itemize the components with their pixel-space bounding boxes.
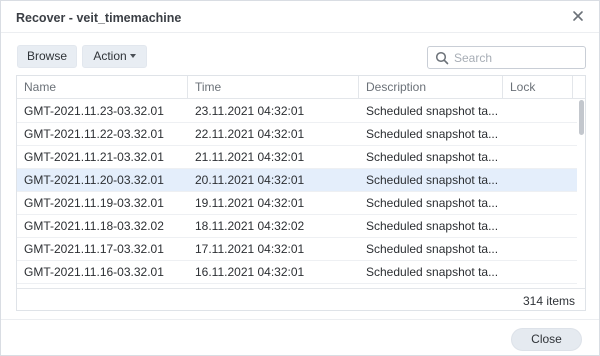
table-row[interactable]: GMT-2021.11.17-03.32.01 17.11.2021 04:32… [17, 238, 577, 261]
cell-name: GMT-2021.11.16-03.32.01 [24, 265, 164, 279]
cell-time: 20.11.2021 04:32:01 [195, 173, 305, 187]
column-header-lock[interactable]: Lock [503, 76, 573, 99]
chevron-down-icon [129, 53, 136, 58]
table-row[interactable]: GMT-2021.11.18-03.32.02 18.11.2021 04:32… [17, 215, 577, 238]
dialog-footer: Close [1, 319, 599, 356]
cell-description: Scheduled snapshot ta... [366, 242, 499, 256]
table-body: GMT-2021.11.23-03.32.01 23.11.2021 04:32… [17, 100, 585, 288]
cell-lock [503, 123, 573, 146]
cell-description: Scheduled snapshot ta... [366, 219, 499, 233]
cell-name: GMT-2021.11.23-03.32.01 [24, 104, 164, 118]
cell-description: Scheduled snapshot ta... [366, 127, 499, 141]
column-header-description[interactable]: Description [359, 76, 503, 99]
cell-lock [503, 100, 573, 123]
cell-time: 17.11.2021 04:32:01 [195, 242, 305, 256]
cell-time: 19.11.2021 04:32:01 [195, 196, 305, 210]
cell-lock [503, 192, 573, 215]
dialog-title: Recover - veit_timemachine [16, 11, 182, 25]
cell-lock [503, 261, 573, 284]
search-icon [435, 51, 449, 65]
item-count: 314 items [522, 294, 575, 308]
cell-description: Scheduled snapshot ta... [366, 265, 499, 279]
cell-time: 23.11.2021 04:32:01 [195, 104, 305, 118]
search-box[interactable] [427, 46, 586, 69]
cell-name: GMT-2021.11.21-03.32.01 [24, 150, 164, 164]
recover-dialog: Recover - veit_timemachine Browse Action… [0, 0, 600, 356]
cell-time: 18.11.2021 04:32:02 [195, 219, 305, 233]
table-row[interactable]: GMT-2021.11.23-03.32.01 23.11.2021 04:32… [17, 100, 577, 123]
table-row[interactable]: GMT-2021.11.16-03.32.01 16.11.2021 04:32… [17, 261, 577, 284]
table-row[interactable]: GMT-2021.11.20-03.32.01 20.11.2021 04:32… [17, 169, 577, 192]
scrollbar-thumb[interactable] [579, 100, 584, 135]
table-status-bar: 314 items [17, 288, 585, 310]
cell-name: GMT-2021.11.17-03.32.01 [24, 242, 164, 256]
cell-time: 21.11.2021 04:32:01 [195, 150, 305, 164]
cell-description: Scheduled snapshot ta... [366, 173, 499, 187]
cell-name: GMT-2021.11.18-03.32.02 [24, 219, 164, 233]
close-icon[interactable] [571, 9, 585, 23]
search-input[interactable] [454, 49, 580, 66]
cell-description: Scheduled snapshot ta... [366, 104, 499, 118]
column-header-time[interactable]: Time [188, 76, 359, 99]
cell-description: Scheduled snapshot ta... [366, 150, 499, 164]
cell-lock [503, 215, 573, 238]
action-button-label: Action [93, 49, 127, 63]
close-button[interactable]: Close [511, 328, 582, 351]
cell-description: Scheduled snapshot ta... [366, 196, 499, 210]
browse-button[interactable]: Browse [17, 45, 77, 68]
column-header-name[interactable]: Name [17, 76, 188, 99]
action-button[interactable]: Action [82, 45, 147, 68]
vertical-scrollbar[interactable] [578, 100, 585, 288]
cell-lock [503, 169, 573, 192]
browse-button-label: Browse [26, 49, 67, 63]
table-row[interactable]: GMT-2021.11.21-03.32.01 21.11.2021 04:32… [17, 146, 577, 169]
cell-time: 22.11.2021 04:32:01 [195, 127, 305, 141]
cell-name: GMT-2021.11.19-03.32.01 [24, 196, 164, 210]
table-header: Name Time Description Lock [17, 76, 585, 99]
dialog-titlebar: Recover - veit_timemachine [1, 1, 599, 33]
cell-name: GMT-2021.11.20-03.32.01 [24, 173, 164, 187]
cell-name: GMT-2021.11.22-03.32.01 [24, 127, 164, 141]
table-row[interactable]: GMT-2021.11.22-03.32.01 22.11.2021 04:32… [17, 123, 577, 146]
cell-lock [503, 238, 573, 261]
cell-time: 16.11.2021 04:32:01 [195, 265, 305, 279]
snapshot-table: Name Time Description Lock GMT-2021.11.2… [16, 75, 586, 311]
table-row[interactable]: GMT-2021.11.19-03.32.01 19.11.2021 04:32… [17, 192, 577, 215]
cell-lock [503, 146, 573, 169]
